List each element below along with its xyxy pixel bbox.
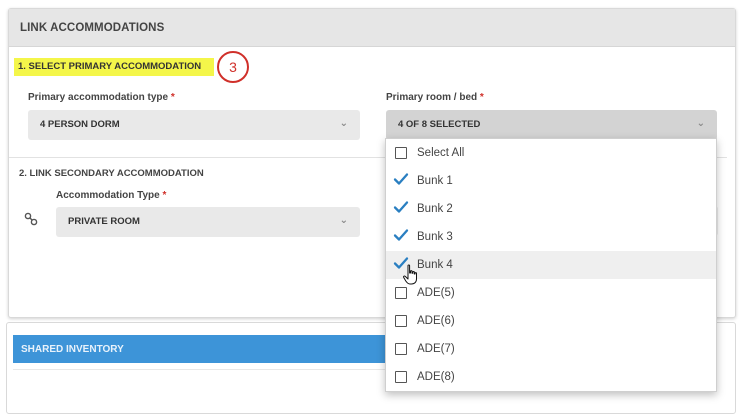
- option-label: Bunk 1: [417, 175, 453, 187]
- primary-room-select[interactable]: 4 OF 8 SELECTED ⌄: [386, 110, 717, 140]
- checkbox[interactable]: [395, 371, 407, 383]
- option-label: ADE(5): [417, 287, 455, 299]
- option-checkbox-item[interactable]: ADE(7): [386, 335, 716, 363]
- chevron-down-icon: ⌄: [339, 118, 348, 129]
- link-icon[interactable]: [24, 212, 38, 226]
- checkbox[interactable]: [395, 287, 407, 299]
- check-icon: [393, 229, 409, 241]
- required-mark: *: [162, 190, 167, 201]
- option-checked[interactable]: Bunk 4: [386, 251, 716, 279]
- option-label: ADE(6): [417, 315, 455, 327]
- check-icon: [393, 173, 409, 185]
- option-checked[interactable]: Bunk 2: [386, 195, 716, 223]
- checkbox[interactable]: [395, 315, 407, 327]
- option-checkbox-item[interactable]: ADE(5): [386, 279, 716, 307]
- primary-type-label: Primary accommodation type *: [28, 92, 175, 103]
- option-checkbox-item[interactable]: ADE(8): [386, 363, 716, 391]
- option-checked[interactable]: Bunk 1: [386, 167, 716, 195]
- panel-title: LINK ACCOMMODATIONS: [9, 9, 735, 47]
- hand-pointer-icon: [403, 264, 417, 285]
- required-mark: *: [170, 92, 175, 103]
- chevron-down-icon: ⌄: [696, 118, 705, 129]
- room-bed-dropdown: Select All Bunk 1 Bunk 2 Bunk 3 Bunk 4 ADE(5)…: [385, 138, 717, 392]
- option-label: ADE(7): [417, 343, 455, 355]
- option-checkbox-item[interactable]: Select All: [386, 139, 716, 167]
- secondary-type-select[interactable]: PRIVATE ROOM ⌄: [56, 207, 360, 237]
- primary-type-select[interactable]: 4 PERSON DORM ⌄: [28, 110, 360, 140]
- step1-heading: 1. SELECT PRIMARY ACCOMMODATION: [14, 58, 214, 76]
- checkbox[interactable]: [395, 343, 407, 355]
- checkbox[interactable]: [395, 147, 407, 159]
- secondary-type-label: Accommodation Type *: [56, 190, 167, 201]
- option-checked[interactable]: Bunk 3: [386, 223, 716, 251]
- chevron-down-icon: ⌄: [339, 215, 348, 226]
- step2-heading: 2. LINK SECONDARY ACCOMMODATION: [19, 168, 204, 179]
- option-checkbox-item[interactable]: ADE(6): [386, 307, 716, 335]
- option-label: Bunk 3: [417, 231, 453, 243]
- required-mark: *: [479, 92, 484, 103]
- option-label: Select All: [417, 147, 465, 159]
- check-icon: [393, 201, 409, 213]
- primary-room-label: Primary room / bed *: [386, 92, 484, 103]
- option-label: ADE(8): [417, 371, 455, 383]
- option-label: Bunk 4: [417, 259, 453, 271]
- option-label: Bunk 2: [417, 203, 453, 215]
- step-badge: 3: [217, 51, 249, 83]
